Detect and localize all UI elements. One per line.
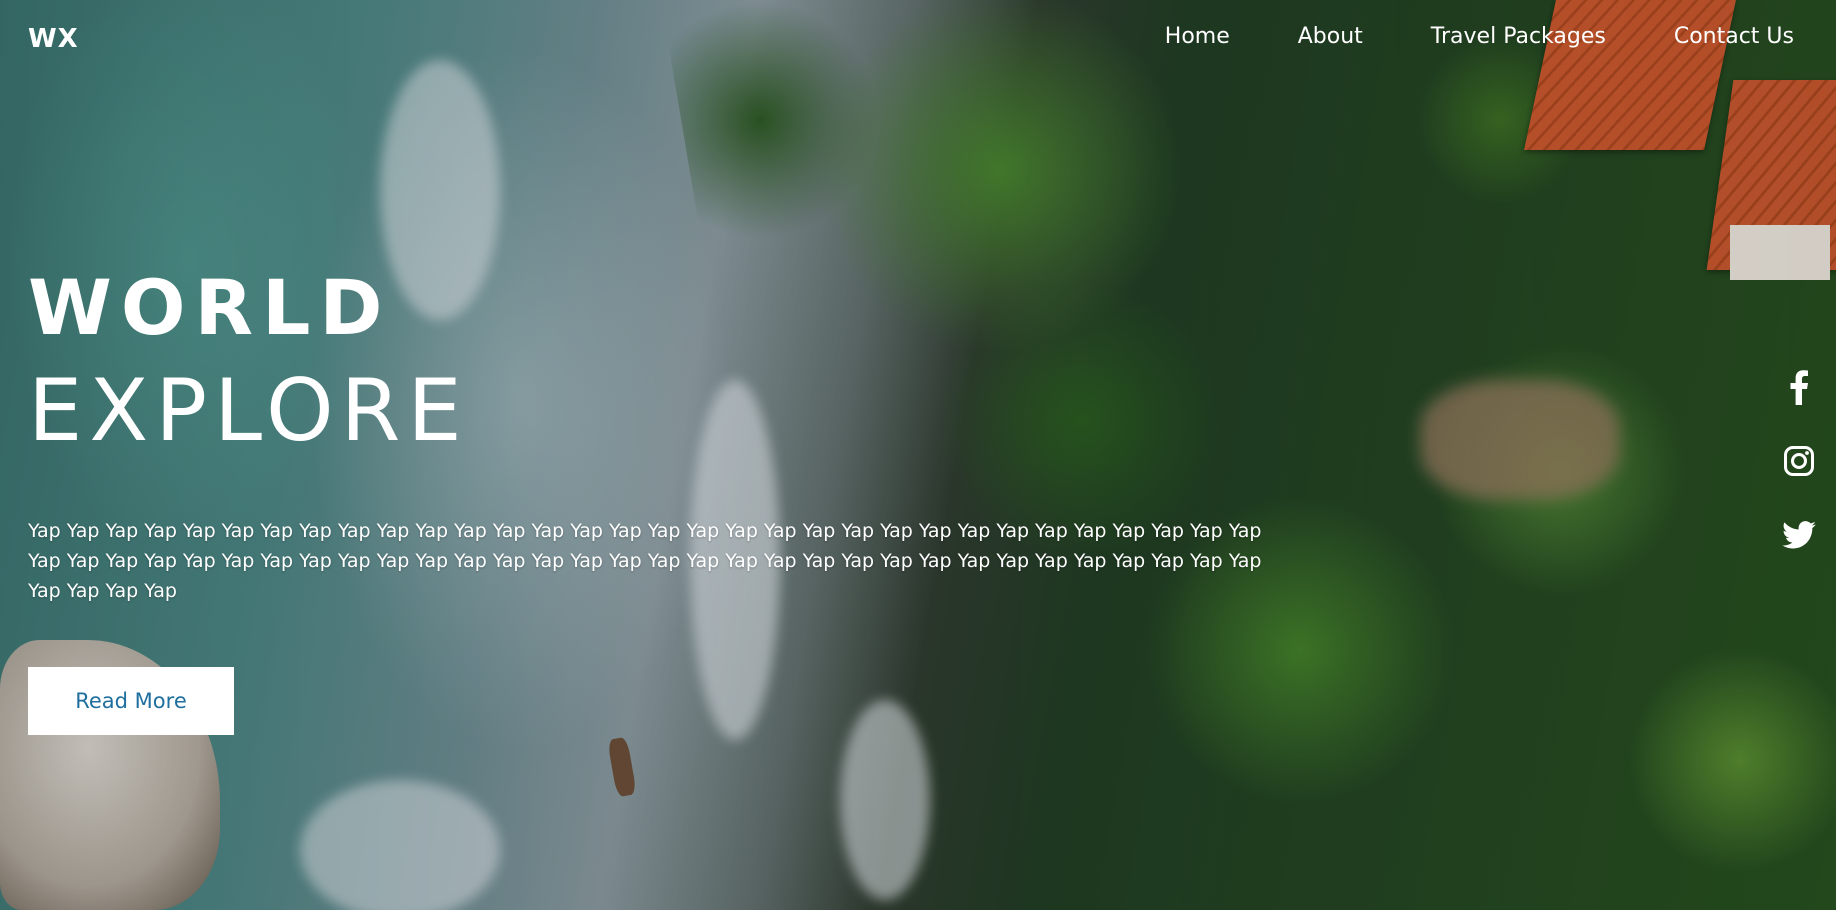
facebook-icon[interactable] bbox=[1780, 368, 1818, 406]
read-more-button[interactable]: Read More bbox=[28, 667, 234, 735]
main-nav: Home About Travel Packages Contact Us bbox=[1165, 24, 1794, 49]
hero-description: Yap Yap Yap Yap Yap Yap Yap Yap Yap Yap … bbox=[28, 520, 1262, 602]
hero-section: WX Home About Travel Packages Contact Us… bbox=[0, 0, 1836, 910]
instagram-icon[interactable] bbox=[1780, 442, 1818, 480]
logo[interactable]: WX bbox=[28, 24, 79, 54]
nav-travel-packages[interactable]: Travel Packages bbox=[1431, 24, 1606, 49]
hero-title-line2: EXPLORE bbox=[28, 361, 469, 461]
nav-home[interactable]: Home bbox=[1165, 24, 1230, 49]
nav-about[interactable]: About bbox=[1298, 24, 1363, 49]
social-links bbox=[1780, 368, 1818, 554]
hero-title-line1: WORLD bbox=[28, 263, 392, 352]
twitter-icon[interactable] bbox=[1780, 516, 1818, 554]
nav-contact-us[interactable]: Contact Us bbox=[1674, 24, 1794, 49]
